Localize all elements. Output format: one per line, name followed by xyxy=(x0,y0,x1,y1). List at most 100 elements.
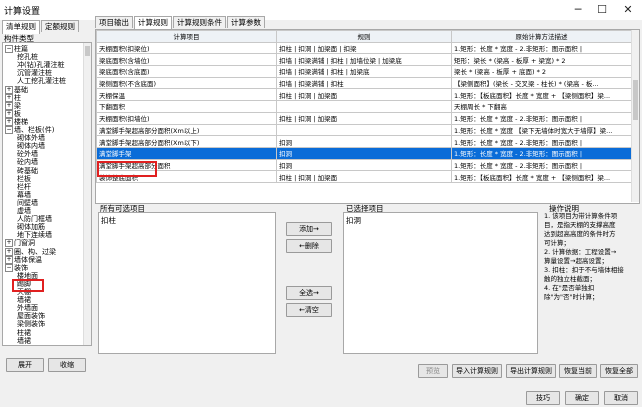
tree-scroll-thumb[interactable] xyxy=(85,46,90,56)
tree-item[interactable]: 砼内墙 xyxy=(17,158,38,166)
tree-item[interactable]: + 门窗洞 xyxy=(5,239,35,248)
tree-item[interactable]: 墙裙 xyxy=(17,296,31,304)
tab-output[interactable]: 项目输出 xyxy=(95,16,133,28)
cell-rule[interactable]: 扣柱 | 扣洞 | 加梁面 xyxy=(276,88,452,102)
component-tree[interactable]: − 柱篇 挖孔桩 冲(钻)孔灌注桩 沉管灌注桩 人工挖孔灌注桩 + 基础 + 柱 + 梁 + 板 + 楼梯 − 墙… xyxy=(2,42,92,346)
expand-icon[interactable]: + xyxy=(5,85,13,94)
import-rules-button[interactable]: 导入计算规则 xyxy=(452,364,502,378)
cell-item[interactable]: 天棚保温 xyxy=(96,88,277,102)
expand-icon[interactable]: + xyxy=(5,117,13,126)
table-row[interactable]: 满堂脚手架超高部分面积 扣洞 1.矩形：长度 * 宽度 - 2.非矩形：图示面积 | xyxy=(96,158,632,172)
cell-item[interactable]: 梁侧面积(不含底面) xyxy=(96,76,277,90)
cell-rule[interactable]: 扣洞 xyxy=(276,158,452,172)
tree-item[interactable]: 砌体内墙 xyxy=(17,142,45,150)
tree-item[interactable]: + 楼梯 xyxy=(5,117,28,126)
tree-item[interactable]: + 基础 xyxy=(5,85,28,94)
add-button[interactable]: 添加→ xyxy=(286,222,332,236)
table-row[interactable]: 满堂脚手架超高部分面积(Xm以上) 1.矩形：长度 * 宽度 【梁下无墙体时宽大于… xyxy=(96,123,632,137)
cell-rule[interactable]: 扣柱 | 扣洞 | 加梁面 | 扣梁 xyxy=(276,41,452,55)
table-row[interactable]: 下翻面积 天棚周长 * 下翻高 xyxy=(96,100,632,113)
tree-item[interactable]: + 圈、构、过梁 xyxy=(5,247,56,256)
selected-item[interactable]: 扣洞 xyxy=(346,215,361,226)
cell-description[interactable]: 1.矩形：长度 * 宽度 - 2.非矩形：图示面积 | xyxy=(451,111,632,125)
available-item[interactable]: 扣柱 xyxy=(101,215,116,226)
close-icon[interactable]: ✕ xyxy=(616,2,640,18)
cell-description[interactable]: 梁长 * (梁高 - 板厚 + 底面) * 2 xyxy=(451,65,632,78)
collapse-icon[interactable]: − xyxy=(5,263,13,272)
ok-button[interactable]: 确定 xyxy=(565,391,599,405)
tree-scrollbar[interactable] xyxy=(83,43,91,345)
cell-rule[interactable]: 扣墙 | 扣梁满铺 | 扣柱 xyxy=(276,76,452,90)
add-all-button[interactable]: 全选→ xyxy=(286,286,332,300)
cell-description[interactable]: 1.矩形：长度 * 宽度 - 2.非矩形：图示面积 | xyxy=(451,41,632,55)
cell-description[interactable]: 1.矩形：长度 * 宽度 - 2.非矩形：图示面积 | xyxy=(451,135,632,148)
cell-rule[interactable]: 扣墙 | 扣梁满铺 | 扣柱 | 加梁底 xyxy=(276,65,452,78)
cell-item[interactable]: 天棚面积(扣墙位) xyxy=(96,111,277,125)
tab-calc-rules[interactable]: 计算规则 xyxy=(134,16,172,30)
expand-icon[interactable]: + xyxy=(5,247,13,256)
tree-item[interactable]: + 柱 xyxy=(5,93,21,102)
tree-item[interactable]: − 柱篇 xyxy=(5,45,28,53)
cell-item[interactable]: 下翻面积 xyxy=(96,100,277,113)
collapse-icon[interactable]: − xyxy=(5,45,13,53)
tree-item[interactable]: 人防门框墙 xyxy=(17,215,52,223)
tab-quota-rules[interactable]: 定额规则 xyxy=(41,20,79,32)
tree-item[interactable]: 挖孔桩 xyxy=(17,53,38,61)
tree-item[interactable]: 人工挖孔灌注桩 xyxy=(17,77,66,85)
expand-icon[interactable]: + xyxy=(5,101,13,110)
column-header-rule[interactable]: 规则 xyxy=(276,30,452,43)
cell-description[interactable]: 天棚周长 * 下翻高 xyxy=(451,100,632,113)
cell-rule[interactable]: 扣墙 | 扣梁满铺 | 扣柱 | 加墙位梁 | 加梁底 xyxy=(276,53,452,67)
cancel-button[interactable]: 取消 xyxy=(604,391,638,405)
cell-rule[interactable] xyxy=(276,100,452,113)
expand-icon[interactable]: + xyxy=(5,239,13,248)
preview-button[interactable]: 预览 xyxy=(418,364,448,378)
tree-item[interactable]: − 墙、栏板(件) xyxy=(5,126,54,134)
table-row[interactable]: 梁侧面积(不含底面) 扣墙 | 扣梁满铺 | 扣柱 【梁侧面积】(梁长 - 交叉梁 … xyxy=(96,76,632,90)
minimize-icon[interactable]: ─ xyxy=(566,2,590,18)
cell-rule[interactable]: 扣柱 | 扣洞 | 加梁面 xyxy=(276,111,452,125)
cell-description[interactable]: 1.矩形：长度 * 宽度 - 2.非矩形：图示面积 | xyxy=(451,146,632,160)
tree-item[interactable]: 栏杆 xyxy=(17,183,31,191)
cell-item[interactable]: 满堂脚手架 xyxy=(96,146,277,160)
restore-all-button[interactable]: 恢复全部 xyxy=(600,364,638,378)
table-row[interactable]: 梁底面积(含底面) 扣墙 | 扣梁满铺 | 扣柱 | 加梁底 梁长 * (梁高 - … xyxy=(96,65,632,78)
column-header-item[interactable]: 计算项目 xyxy=(96,30,277,43)
table-row[interactable]: 满堂脚手架 扣洞 1.矩形：长度 * 宽度 - 2.非矩形：图示面积 | xyxy=(96,146,632,160)
cell-description[interactable]: 矩形：梁长 * (梁高 - 板厚 + 梁宽) * 2 xyxy=(451,53,632,67)
table-row[interactable]: 天棚保温 扣柱 | 扣洞 | 加梁面 1.矩形：【板底面积】长度 * 宽度 + 【梁… xyxy=(96,88,632,102)
expand-button[interactable]: 展开 xyxy=(6,358,44,372)
table-row[interactable]: 装饰整底面积 扣柱 | 扣洞 | 加梁面 1.矩形：【板底面积】长度 * 宽度 + … xyxy=(96,170,632,183)
cell-rule[interactable]: 扣柱 | 扣洞 | 加梁面 xyxy=(276,170,452,183)
selected-items-list[interactable]: 扣洞 xyxy=(343,212,538,354)
tree-item[interactable]: 墙裙 xyxy=(17,337,31,345)
table-row[interactable]: 天棚面积(扣墙位) 扣柱 | 扣洞 | 加梁面 1.矩形：长度 * 宽度 - 2.非… xyxy=(96,111,632,125)
tree-item[interactable]: 梁侧装饰 xyxy=(17,320,45,328)
cell-rule[interactable] xyxy=(276,123,452,137)
tree-item[interactable]: + 墙体保温 xyxy=(5,255,42,264)
tree-item[interactable]: 冲(钻)孔灌注桩 xyxy=(17,61,64,69)
remove-button[interactable]: ←删除 xyxy=(286,239,332,253)
tree-item[interactable]: 虚墙 xyxy=(17,207,31,215)
tree-item[interactable]: 外墙面 xyxy=(17,304,38,312)
tree-item[interactable]: 间壁墙 xyxy=(17,199,38,207)
tree-item[interactable]: 砌体加筋 xyxy=(17,223,45,231)
cell-item[interactable]: 满堂脚手架超高部分面积(Xm以下) xyxy=(96,135,277,148)
clear-button[interactable]: ←清空 xyxy=(286,303,332,317)
tips-button[interactable]: 技巧 xyxy=(526,391,560,405)
tree-item[interactable]: 砌体外墙 xyxy=(17,134,45,142)
cell-item[interactable]: 满堂脚手架超高部分面积(Xm以上) xyxy=(96,123,277,137)
cell-description[interactable]: 1.矩形：长度 * 宽度 - 2.非矩形：图示面积 | xyxy=(451,158,632,172)
tree-item[interactable]: 柱裙 xyxy=(17,329,31,337)
expand-icon[interactable]: + xyxy=(5,109,13,118)
tab-calc-conditions[interactable]: 计算规则条件 xyxy=(173,16,226,28)
tab-calc-params[interactable]: 计算参数 xyxy=(227,16,265,28)
column-header-description[interactable]: 原始计算方法描述 xyxy=(451,30,632,43)
table-row[interactable]: 天棚面积(扣梁位) 扣柱 | 扣洞 | 加梁面 | 扣梁 1.矩形：长度 * 宽度 … xyxy=(96,41,632,55)
maximize-icon[interactable]: ☐ xyxy=(590,2,614,18)
tree-item[interactable]: 砖基础 xyxy=(17,167,38,175)
tree-item[interactable]: 幕墙 xyxy=(17,191,31,199)
cell-rule[interactable]: 扣洞 xyxy=(276,135,452,148)
table-row[interactable]: 梁底面积(含墙位) 扣墙 | 扣梁满铺 | 扣柱 | 加墙位梁 | 加梁底 矩形：梁… xyxy=(96,53,632,67)
tab-bill-rules[interactable]: 清单规则 xyxy=(2,20,40,34)
